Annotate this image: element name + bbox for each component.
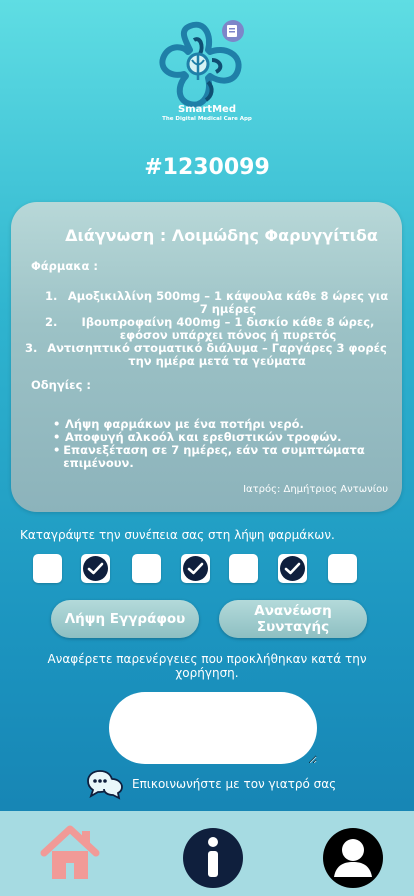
info-icon[interactable] (182, 827, 244, 889)
download-document-button[interactable]: Λήψη Εγγράφου (51, 600, 199, 638)
list-item: 2. Ιβουπροφαίνη 400mg – 1 δισκίο κάθε 8 … (45, 315, 375, 342)
list-item: 1. Αμοξικιλλίνη 500mg – 1 κάψουλα κάθε 8… (45, 289, 389, 316)
adherence-checkbox[interactable] (229, 554, 258, 583)
check-icon (183, 556, 208, 581)
instructions-list: • Λήψη φαρμάκων με ένα ποτήρι νερό. • Αποφ… (53, 418, 383, 470)
adherence-label: Καταγράψτε την συνέπεια σας στη λήψη φαρ… (20, 528, 335, 542)
prescription-card: Διάγνωση : Λοιμώδης Φαρυγγίτιδα Φάρμακα … (11, 202, 402, 512)
list-item: • Επανεξέταση σε 7 ημέρες, εάν τα συμπτώμ… (53, 443, 365, 470)
adherence-checkbox[interactable] (81, 554, 110, 583)
adherence-checkbox[interactable] (181, 554, 210, 583)
contact-doctor-label: Επικοινωνήστε με τον γιατρό σας (132, 777, 337, 791)
app-tagline: The Digital Medical Care App (162, 116, 252, 122)
profile-icon[interactable] (322, 827, 384, 889)
doctor-name: Ιατρός: Δημήτριος Αντωνίου (243, 484, 388, 495)
instructions-label: Οδηγίες : (31, 378, 91, 392)
adherence-checkbox[interactable] (328, 554, 357, 583)
prescription-id: #1230099 (144, 155, 270, 180)
meds-list: 1. Αμοξικιλλίνη 500mg – 1 κάψουλα κάθε 8… (25, 289, 391, 368)
adherence-checkbox[interactable] (278, 554, 307, 583)
side-effects-input[interactable] (109, 692, 317, 764)
check-icon (83, 556, 108, 581)
check-icon (280, 556, 305, 581)
home-icon[interactable] (40, 823, 100, 883)
app-name: SmartMed (178, 104, 236, 115)
contact-doctor-link[interactable]: Επικοινωνήστε με τον γιατρό σας (86, 768, 336, 800)
meds-label: Φάρμακα : (31, 259, 98, 273)
chat-bubbles-icon (87, 770, 123, 800)
adherence-checkbox[interactable] (33, 554, 62, 583)
adherence-checkbox[interactable] (132, 554, 161, 583)
bottom-navbar (0, 811, 414, 896)
renew-prescription-button[interactable]: Ανανέωση Συνταγής (219, 600, 367, 638)
side-effects-label: Αναφέρετε παρενέργειες που προκλήθηκαν κ… (47, 652, 367, 680)
list-item: 3. Αντισηπτικό στοματικό διάλυμα – Γαργά… (25, 341, 387, 368)
diagnosis-title: Διάγνωση : Λοιμώδης Φαρυγγίτιδα (65, 226, 378, 245)
